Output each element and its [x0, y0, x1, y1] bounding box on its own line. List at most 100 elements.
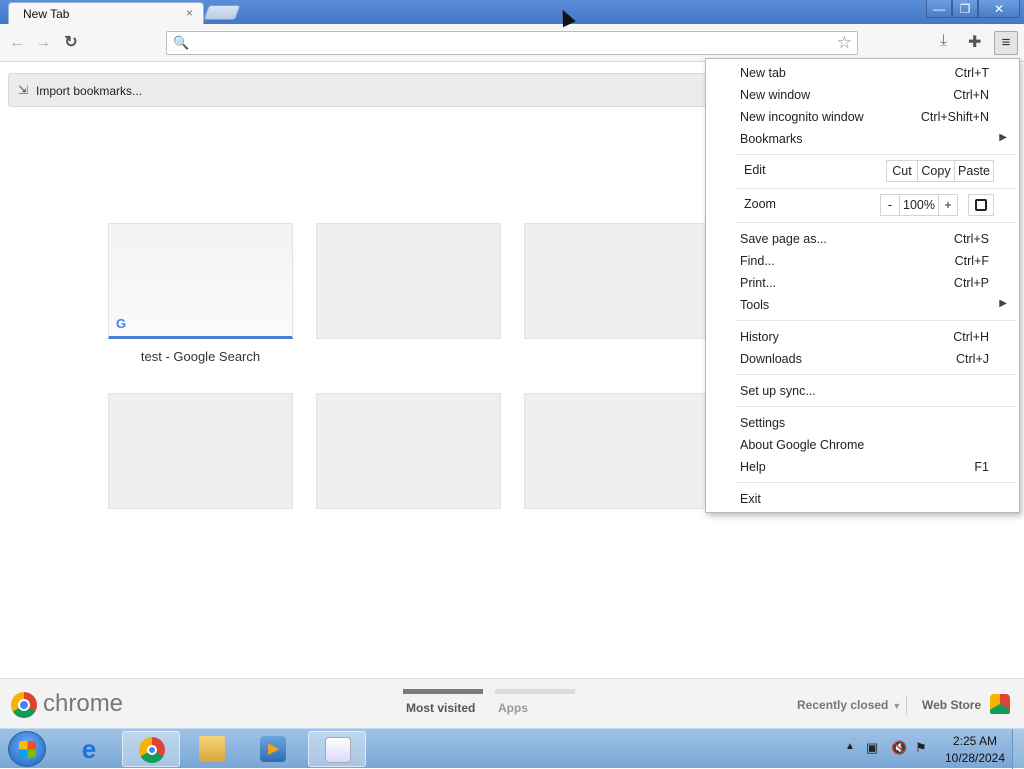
- fullscreen-icon: [975, 199, 987, 211]
- menu-item-shortcut: Ctrl+J: [956, 352, 989, 366]
- import-bookmarks-link[interactable]: Import bookmarks...: [36, 84, 142, 98]
- zoom-out-button[interactable]: -: [880, 194, 900, 216]
- clock-time[interactable]: 2:25 AM: [942, 734, 1008, 748]
- taskbar-file-explorer[interactable]: [183, 731, 241, 767]
- omnibox-input[interactable]: [193, 34, 823, 52]
- windows-logo-icon: [19, 741, 36, 758]
- paste-button[interactable]: Paste: [954, 160, 994, 182]
- menu-item-tools[interactable]: Tools ▶: [706, 294, 1019, 316]
- menu-separator: [736, 188, 1016, 189]
- menu-separator: [736, 320, 1016, 321]
- menu-item-settings[interactable]: Settings: [706, 412, 1019, 434]
- extension-icon[interactable]: ✚: [968, 32, 981, 52]
- google-icon: G: [116, 316, 127, 331]
- fullscreen-button[interactable]: [968, 194, 994, 216]
- chrome-menu-button[interactable]: ≡: [994, 31, 1018, 55]
- menu-item-bookmarks[interactable]: Bookmarks ▶: [706, 128, 1019, 150]
- menu-item-label: About Google Chrome: [740, 438, 865, 452]
- menu-item-label: New window: [740, 88, 811, 102]
- menu-item-label: Tools: [740, 298, 770, 312]
- import-icon: ⇲: [18, 83, 29, 97]
- taskbar-internet-explorer[interactable]: e: [60, 731, 118, 767]
- clock-date[interactable]: 10/28/2024: [942, 751, 1008, 765]
- menu-item-new-incognito-window[interactable]: New incognito window Ctrl+Shift+N: [706, 106, 1019, 128]
- menu-item-label: Bookmarks: [740, 132, 803, 146]
- thumbnail-empty: [524, 393, 709, 509]
- taskbar-paint[interactable]: [308, 731, 366, 767]
- cut-button[interactable]: Cut: [886, 160, 918, 182]
- web-store-icon[interactable]: [990, 694, 1010, 714]
- menu-item-shortcut: Ctrl+Shift+N: [920, 110, 989, 124]
- windows-taskbar: e ▲ ▣ 🔇 ⚑ 2:25 AM 10/28/2024: [0, 728, 1024, 769]
- zoom-in-button[interactable]: +: [938, 194, 958, 216]
- web-store-link[interactable]: Web Store: [922, 698, 981, 712]
- taskbar-media-player[interactable]: [244, 731, 302, 767]
- chevron-down-icon: ▼: [892, 701, 902, 711]
- media-player-icon: [260, 736, 286, 762]
- volume-muted-icon[interactable]: 🔇: [891, 740, 907, 756]
- menu-item-set-up-sync[interactable]: Set up sync...: [706, 380, 1019, 402]
- menu-item-help[interactable]: Help F1: [706, 456, 1019, 478]
- copy-button[interactable]: Copy: [917, 160, 955, 182]
- menu-item-label: Exit: [740, 492, 761, 506]
- chrome-icon: [139, 737, 165, 763]
- folder-icon: [199, 736, 225, 762]
- paint-icon: [325, 737, 351, 763]
- omnibox[interactable]: 🔍 ☆: [166, 31, 858, 55]
- close-window-button[interactable]: ✕: [978, 0, 1020, 18]
- menu-item-shortcut: Ctrl+T: [954, 66, 989, 80]
- menu-item-new-window[interactable]: New window Ctrl+N: [706, 84, 1019, 106]
- menu-item-shortcut: Ctrl+F: [954, 254, 989, 268]
- menu-item-label: Help: [740, 460, 766, 474]
- back-button[interactable]: ←: [7, 33, 27, 53]
- tab-new-tab[interactable]: New Tab ×: [8, 2, 204, 24]
- start-button[interactable]: [8, 731, 46, 767]
- menu-row-zoom: Zoom - 100% +: [706, 192, 1019, 218]
- recently-closed-menu[interactable]: Recently closed ▼: [797, 698, 901, 712]
- chrome-wordmark: chrome: [43, 690, 124, 717]
- title-bar: New Tab × — ❐ ✕: [0, 0, 1024, 24]
- thumbnail-label[interactable]: test - Google Search: [108, 349, 293, 364]
- menu-item-new-tab[interactable]: New tab Ctrl+T: [706, 62, 1019, 84]
- menu-separator: [736, 154, 1016, 155]
- menu-item-shortcut: F1: [974, 460, 989, 474]
- menu-item-shortcut: Ctrl+P: [953, 276, 989, 290]
- taskbar-chrome[interactable]: [122, 731, 180, 767]
- menu-item-downloads[interactable]: Downloads Ctrl+J: [706, 348, 1019, 370]
- show-hidden-icons[interactable]: ▲: [845, 741, 855, 752]
- menu-item-label: History: [740, 330, 779, 344]
- menu-item-history[interactable]: History Ctrl+H: [706, 326, 1019, 348]
- menu-item-label: Downloads: [740, 352, 802, 366]
- menu-item-label: Find...: [740, 254, 775, 268]
- show-desktop-button[interactable]: [1012, 729, 1024, 769]
- tab-close-icon[interactable]: ×: [186, 6, 193, 20]
- new-tab-button[interactable]: [203, 5, 241, 20]
- menu-item-label: New incognito window: [740, 110, 864, 124]
- menu-item-about-google-chrome[interactable]: About Google Chrome: [706, 434, 1019, 456]
- minimize-button[interactable]: —: [926, 0, 952, 18]
- most-visited-indicator: [403, 689, 483, 694]
- action-center-flag-icon[interactable]: ⚑: [915, 740, 927, 756]
- forward-button[interactable]: →: [33, 33, 53, 53]
- menu-item-label: Print...: [740, 276, 777, 290]
- menu-separator: [736, 406, 1016, 407]
- network-icon[interactable]: ▣: [866, 740, 878, 756]
- apps-tab[interactable]: Apps: [498, 701, 528, 715]
- ntp-footer: chrome Most visited Apps Recently closed…: [0, 678, 1024, 728]
- zoom-level: 100%: [899, 194, 939, 216]
- menu-item-find[interactable]: Find... Ctrl+F: [706, 250, 1019, 272]
- thumbnail-test-google-search[interactable]: G: [108, 223, 293, 339]
- maximize-button[interactable]: ❐: [952, 0, 978, 18]
- reload-button[interactable]: ↻: [61, 33, 81, 53]
- menu-item-save-page[interactable]: Save page as... Ctrl+S: [706, 228, 1019, 250]
- menu-item-exit[interactable]: Exit: [706, 488, 1019, 510]
- download-icon[interactable]: ⤓: [940, 32, 947, 50]
- most-visited-tab[interactable]: Most visited: [406, 701, 475, 715]
- menu-item-shortcut: Ctrl+N: [953, 88, 989, 102]
- bookmark-star-icon[interactable]: ☆: [837, 33, 852, 53]
- tab-title: New Tab: [23, 7, 70, 21]
- recently-closed-label: Recently closed: [797, 698, 889, 712]
- menu-item-print[interactable]: Print... Ctrl+P: [706, 272, 1019, 294]
- chrome-logo-icon: [11, 692, 37, 718]
- menu-item-label: Set up sync...: [740, 384, 816, 398]
